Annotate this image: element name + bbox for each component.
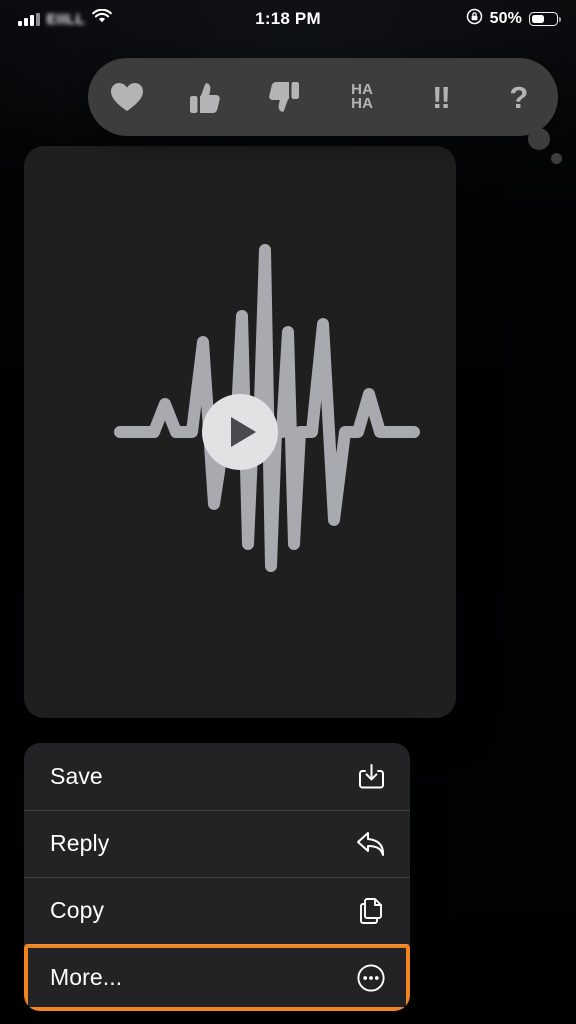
- tapback-tail-bubble-small: [551, 153, 562, 164]
- context-menu-item-reply[interactable]: Reply: [24, 810, 410, 877]
- context-menu: Save Reply Copy More...: [24, 743, 410, 1011]
- context-menu-item-label: More...: [50, 964, 123, 990]
- status-bar: EIILL 1:18 PM 50%: [0, 0, 576, 38]
- context-menu-item-save[interactable]: Save: [24, 743, 410, 810]
- battery-icon: [529, 12, 561, 26]
- tapback-tail-bubble-large: [528, 128, 550, 150]
- play-triangle-icon: [230, 417, 256, 447]
- haha-icon: HA HA: [351, 82, 374, 112]
- reply-arrow-icon: [356, 829, 386, 859]
- signal-bars-icon: [18, 12, 40, 26]
- context-menu-item-label: Copy: [50, 897, 105, 923]
- reaction-thumbs-down-button[interactable]: [256, 69, 312, 125]
- rotation-lock-icon: [466, 8, 483, 30]
- context-menu-item-label: Reply: [50, 830, 110, 856]
- status-bar-left: EIILL: [18, 8, 113, 29]
- play-button[interactable]: [202, 394, 278, 470]
- reaction-thumbs-up-button[interactable]: [177, 69, 233, 125]
- double-exclamation-icon: !!: [432, 79, 451, 115]
- heart-icon: [111, 82, 144, 111]
- reaction-exclamation-button[interactable]: !!: [412, 69, 468, 125]
- video-message-thumbnail[interactable]: [24, 146, 456, 718]
- tapback-bar: HA HA !! ?: [88, 58, 562, 164]
- haha-line-2: HA: [351, 95, 374, 112]
- thumbs-down-icon: [269, 81, 299, 112]
- save-download-icon: [356, 762, 386, 792]
- carrier-label: EIILL: [46, 10, 86, 28]
- wifi-icon: [92, 8, 113, 29]
- context-menu-item-label: Save: [50, 763, 103, 789]
- thumbs-up-icon: [190, 82, 221, 113]
- status-bar-right: 50%: [466, 8, 561, 30]
- more-ellipsis-circle-icon: [356, 963, 386, 993]
- question-mark-icon: ?: [509, 79, 529, 115]
- battery-percent-label: 50%: [489, 10, 522, 27]
- reaction-question-button[interactable]: ?: [491, 69, 547, 125]
- copy-pages-icon: [356, 896, 386, 926]
- phone-screen: EIILL 1:18 PM 50% HA HA !! ? Save Reply …: [0, 0, 576, 1024]
- context-menu-item-copy[interactable]: Copy: [24, 877, 410, 944]
- reaction-heart-button[interactable]: [99, 69, 155, 125]
- context-menu-item-more[interactable]: More...: [24, 944, 410, 1011]
- reaction-haha-button[interactable]: HA HA: [334, 69, 390, 125]
